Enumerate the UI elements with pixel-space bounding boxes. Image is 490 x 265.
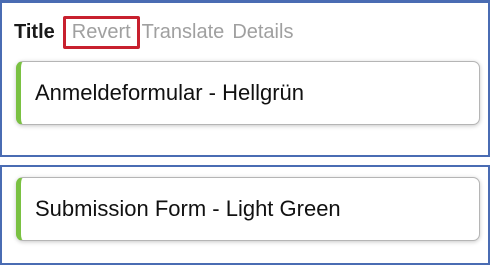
tab-translate[interactable]: Translate [142,21,225,44]
tab-bar: Title Revert Translate Details [14,15,301,49]
tab-title[interactable]: Title [14,21,55,44]
tab-details[interactable]: Details [232,21,293,44]
source-title-value: Anmeldeformular - Hellgrün [35,80,304,105]
tab-revert[interactable]: Revert [62,15,140,49]
source-title-field[interactable]: Anmeldeformular - Hellgrün [16,61,480,125]
translation-title-value: Submission Form - Light Green [35,196,341,221]
translation-title-field[interactable]: Submission Form - Light Green [16,177,480,241]
